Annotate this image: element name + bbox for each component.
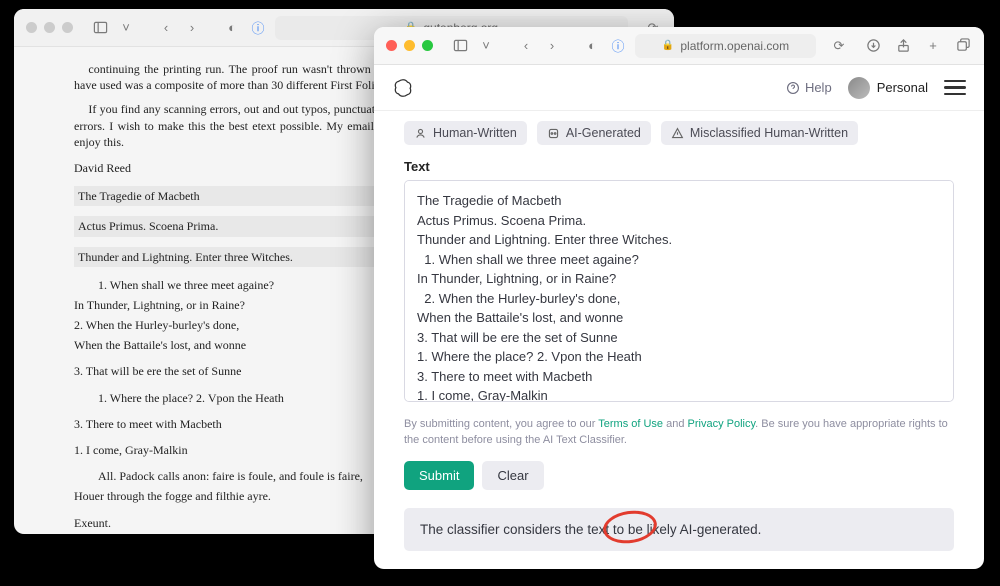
- share-icon[interactable]: [894, 37, 912, 55]
- terms-link[interactable]: Terms of Use: [598, 418, 663, 430]
- privacy-link[interactable]: Privacy Policy: [688, 418, 756, 430]
- app-header: Help Personal: [374, 65, 984, 111]
- consent-prefix: By submitting content, you agree to our: [404, 418, 598, 430]
- account-label: Personal: [877, 80, 928, 95]
- shield-icon[interactable]: ◐: [223, 19, 241, 37]
- privacy-icon[interactable]: ⓘ: [249, 19, 267, 37]
- close-icon[interactable]: [386, 40, 397, 51]
- minimize-icon[interactable]: [404, 40, 415, 51]
- clear-button[interactable]: Clear: [482, 461, 543, 490]
- back-icon[interactable]: ‹: [157, 19, 175, 37]
- browser-window-openai: ˅ ‹ › ◐ ⓘ 🔒 platform.openai.com ⟳ +: [374, 27, 984, 569]
- download-icon[interactable]: [864, 37, 882, 55]
- privacy-icon[interactable]: ⓘ: [609, 37, 627, 55]
- help-link[interactable]: Help: [786, 80, 832, 95]
- forward-icon[interactable]: ›: [183, 19, 201, 37]
- chip-label: Human-Written: [433, 126, 517, 140]
- account-selector[interactable]: Personal: [848, 77, 928, 99]
- help-label: Help: [805, 80, 832, 95]
- traffic-lights-inactive: [26, 22, 73, 33]
- sidebar-icon[interactable]: [451, 37, 469, 55]
- chevron-down-icon[interactable]: ˅: [117, 19, 135, 37]
- forward-icon[interactable]: ›: [543, 37, 561, 55]
- openai-logo[interactable]: [392, 77, 414, 99]
- avatar: [848, 77, 870, 99]
- text-label: Text: [404, 159, 954, 174]
- consent-text: By submitting content, you agree to our …: [404, 417, 954, 449]
- shield-icon[interactable]: ◐: [583, 37, 601, 55]
- menu-icon[interactable]: [944, 80, 966, 96]
- chip-ai-generated[interactable]: AI-Generated: [537, 121, 651, 145]
- sidebar-icon[interactable]: [91, 19, 109, 37]
- plus-icon[interactable]: +: [924, 37, 942, 55]
- zoom-icon[interactable]: [422, 40, 433, 51]
- traffic-lights[interactable]: [386, 40, 433, 51]
- titlebar-front: ˅ ‹ › ◐ ⓘ 🔒 platform.openai.com ⟳ +: [374, 27, 984, 65]
- chip-label: AI-Generated: [566, 126, 641, 140]
- chip-misclassified[interactable]: Misclassified Human-Written: [661, 121, 858, 145]
- tabs-icon[interactable]: [954, 37, 972, 55]
- chip-label: Misclassified Human-Written: [690, 126, 848, 140]
- submit-button[interactable]: Submit: [404, 461, 474, 490]
- address-bar-front[interactable]: 🔒 platform.openai.com: [635, 34, 816, 58]
- classifier-result: The classifier considers the text to be …: [404, 508, 954, 551]
- lock-icon: 🔒: [662, 40, 674, 51]
- chip-human-written[interactable]: Human-Written: [404, 121, 527, 145]
- classifier-text-input[interactable]: [404, 180, 954, 402]
- result-prefix: The classifier considers the text to be: [420, 522, 647, 537]
- consent-and: and: [663, 418, 687, 430]
- example-chips: Human-Written AI-Generated Misclassified…: [404, 121, 954, 145]
- result-suffix: AI-generated.: [677, 522, 762, 537]
- result-verdict: likely: [647, 522, 677, 537]
- chevron-down-icon[interactable]: ˅: [477, 37, 495, 55]
- reload-icon[interactable]: ⟳: [830, 37, 848, 55]
- url-text: platform.openai.com: [680, 39, 789, 53]
- back-icon[interactable]: ‹: [517, 37, 535, 55]
